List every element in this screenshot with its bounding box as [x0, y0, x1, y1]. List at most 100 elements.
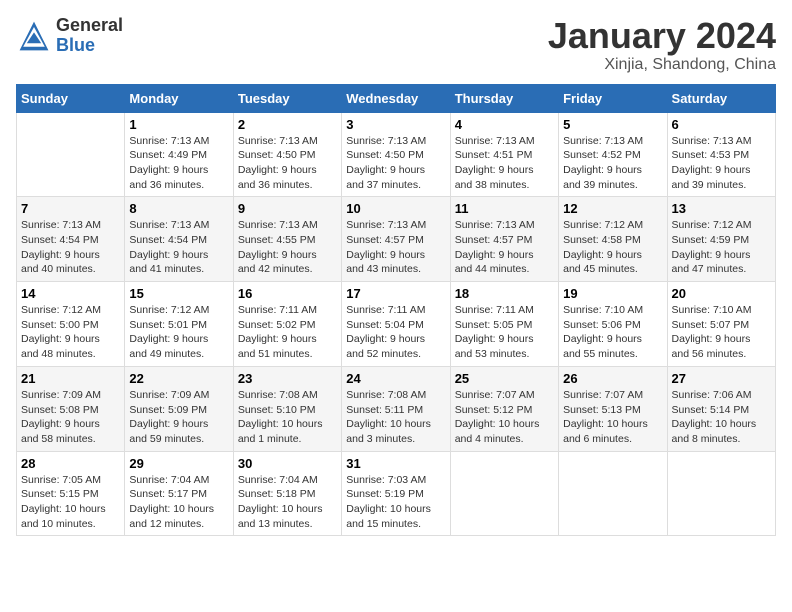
- day-info: Sunrise: 7:13 AM Sunset: 4:52 PM Dayligh…: [563, 134, 662, 193]
- day-number: 30: [238, 456, 337, 471]
- day-number: 7: [21, 201, 120, 216]
- day-info: Sunrise: 7:11 AM Sunset: 5:04 PM Dayligh…: [346, 303, 445, 362]
- day-info: Sunrise: 7:12 AM Sunset: 4:59 PM Dayligh…: [672, 218, 771, 277]
- day-info: Sunrise: 7:03 AM Sunset: 5:19 PM Dayligh…: [346, 473, 445, 532]
- calendar-row: 7 Sunrise: 7:13 AM Sunset: 4:54 PM Daylig…: [17, 197, 776, 282]
- subtitle: Xinjia, Shandong, China: [548, 56, 776, 74]
- table-cell: 9 Sunrise: 7:13 AM Sunset: 4:55 PM Daylig…: [233, 197, 341, 282]
- col-monday: Monday: [125, 84, 233, 112]
- logo: General Blue: [16, 16, 123, 56]
- day-number: 12: [563, 201, 662, 216]
- day-number: 10: [346, 201, 445, 216]
- day-number: 3: [346, 117, 445, 132]
- table-cell: 6 Sunrise: 7:13 AM Sunset: 4:53 PM Daylig…: [667, 112, 775, 197]
- header-row: Sunday Monday Tuesday Wednesday Thursday…: [17, 84, 776, 112]
- day-info: Sunrise: 7:13 AM Sunset: 4:50 PM Dayligh…: [346, 134, 445, 193]
- table-cell: 10 Sunrise: 7:13 AM Sunset: 4:57 PM Dayli…: [342, 197, 450, 282]
- day-info: Sunrise: 7:12 AM Sunset: 4:58 PM Dayligh…: [563, 218, 662, 277]
- table-cell: 5 Sunrise: 7:13 AM Sunset: 4:52 PM Daylig…: [559, 112, 667, 197]
- page-header: General Blue January 2024 Xinjia, Shando…: [16, 16, 776, 74]
- col-wednesday: Wednesday: [342, 84, 450, 112]
- day-info: Sunrise: 7:12 AM Sunset: 5:00 PM Dayligh…: [21, 303, 120, 362]
- table-cell: 4 Sunrise: 7:13 AM Sunset: 4:51 PM Daylig…: [450, 112, 558, 197]
- day-number: 8: [129, 201, 228, 216]
- table-cell: 11Sunrise: 7:13 AM Sunset: 4:57 PM Dayli…: [450, 197, 558, 282]
- col-thursday: Thursday: [450, 84, 558, 112]
- day-info: Sunrise: 7:13 AM Sunset: 4:57 PM Dayligh…: [346, 218, 445, 277]
- table-cell: 29Sunrise: 7:04 AM Sunset: 5:17 PM Dayli…: [125, 451, 233, 536]
- table-cell: 13Sunrise: 7:12 AM Sunset: 4:59 PM Dayli…: [667, 197, 775, 282]
- day-info: Sunrise: 7:04 AM Sunset: 5:18 PM Dayligh…: [238, 473, 337, 532]
- day-info: Sunrise: 7:13 AM Sunset: 4:55 PM Dayligh…: [238, 218, 337, 277]
- table-cell: 20 Sunrise: 7:10 AM Sunset: 5:07 PM Dayli…: [667, 282, 775, 367]
- title-block: January 2024 Xinjia, Shandong, China: [548, 16, 776, 74]
- table-cell: 30 Sunrise: 7:04 AM Sunset: 5:18 PM Dayli…: [233, 451, 341, 536]
- day-info: Sunrise: 7:13 AM Sunset: 4:53 PM Dayligh…: [672, 134, 771, 193]
- table-cell: 8Sunrise: 7:13 AM Sunset: 4:54 PM Daylig…: [125, 197, 233, 282]
- day-number: 11: [455, 201, 554, 216]
- col-sunday: Sunday: [17, 84, 125, 112]
- day-info: Sunrise: 7:13 AM Sunset: 4:54 PM Dayligh…: [21, 218, 120, 277]
- day-number: 29: [129, 456, 228, 471]
- table-cell: 1 Sunrise: 7:13 AM Sunset: 4:49 PM Daylig…: [125, 112, 233, 197]
- day-number: 23: [238, 371, 337, 386]
- day-number: 27: [672, 371, 771, 386]
- table-cell: 28 Sunrise: 7:05 AM Sunset: 5:15 PM Dayli…: [17, 451, 125, 536]
- day-number: 26: [563, 371, 662, 386]
- day-info: Sunrise: 7:07 AM Sunset: 5:12 PM Dayligh…: [455, 388, 554, 447]
- table-cell: 3 Sunrise: 7:13 AM Sunset: 4:50 PM Daylig…: [342, 112, 450, 197]
- day-number: 20: [672, 286, 771, 301]
- col-saturday: Saturday: [667, 84, 775, 112]
- day-info: Sunrise: 7:06 AM Sunset: 5:14 PM Dayligh…: [672, 388, 771, 447]
- day-number: 25: [455, 371, 554, 386]
- day-info: Sunrise: 7:13 AM Sunset: 4:50 PM Dayligh…: [238, 134, 337, 193]
- table-cell: [17, 112, 125, 197]
- main-title: January 2024: [548, 16, 776, 56]
- day-number: 19: [563, 286, 662, 301]
- col-tuesday: Tuesday: [233, 84, 341, 112]
- table-cell: 12 Sunrise: 7:12 AM Sunset: 4:58 PM Dayli…: [559, 197, 667, 282]
- day-number: 4: [455, 117, 554, 132]
- day-number: 2: [238, 117, 337, 132]
- table-cell: 22Sunrise: 7:09 AM Sunset: 5:09 PM Dayli…: [125, 366, 233, 451]
- table-cell: 24 Sunrise: 7:08 AM Sunset: 5:11 PM Dayli…: [342, 366, 450, 451]
- day-info: Sunrise: 7:12 AM Sunset: 5:01 PM Dayligh…: [129, 303, 228, 362]
- calendar-table: Sunday Monday Tuesday Wednesday Thursday…: [16, 84, 776, 537]
- logo-text: General Blue: [56, 16, 123, 56]
- day-number: 9: [238, 201, 337, 216]
- day-info: Sunrise: 7:05 AM Sunset: 5:15 PM Dayligh…: [21, 473, 120, 532]
- table-cell: 2 Sunrise: 7:13 AM Sunset: 4:50 PM Daylig…: [233, 112, 341, 197]
- col-friday: Friday: [559, 84, 667, 112]
- day-number: 28: [21, 456, 120, 471]
- day-number: 22: [129, 371, 228, 386]
- table-cell: 26 Sunrise: 7:07 AM Sunset: 5:13 PM Dayli…: [559, 366, 667, 451]
- day-info: Sunrise: 7:07 AM Sunset: 5:13 PM Dayligh…: [563, 388, 662, 447]
- logo-general: General: [56, 16, 123, 36]
- day-number: 24: [346, 371, 445, 386]
- calendar-row: 21Sunrise: 7:09 AM Sunset: 5:08 PM Dayli…: [17, 366, 776, 451]
- table-cell: [450, 451, 558, 536]
- table-cell: 19 Sunrise: 7:10 AM Sunset: 5:06 PM Dayli…: [559, 282, 667, 367]
- table-cell: 27 Sunrise: 7:06 AM Sunset: 5:14 PM Dayli…: [667, 366, 775, 451]
- table-cell: 16 Sunrise: 7:11 AM Sunset: 5:02 PM Dayli…: [233, 282, 341, 367]
- day-number: 6: [672, 117, 771, 132]
- table-cell: 23Sunrise: 7:08 AM Sunset: 5:10 PM Dayli…: [233, 366, 341, 451]
- day-info: Sunrise: 7:13 AM Sunset: 4:51 PM Dayligh…: [455, 134, 554, 193]
- table-cell: 7 Sunrise: 7:13 AM Sunset: 4:54 PM Daylig…: [17, 197, 125, 282]
- day-info: Sunrise: 7:11 AM Sunset: 5:02 PM Dayligh…: [238, 303, 337, 362]
- day-info: Sunrise: 7:10 AM Sunset: 5:07 PM Dayligh…: [672, 303, 771, 362]
- calendar-row: 28 Sunrise: 7:05 AM Sunset: 5:15 PM Dayli…: [17, 451, 776, 536]
- table-cell: 31 Sunrise: 7:03 AM Sunset: 5:19 PM Dayli…: [342, 451, 450, 536]
- day-number: 5: [563, 117, 662, 132]
- day-number: 16: [238, 286, 337, 301]
- day-info: Sunrise: 7:13 AM Sunset: 4:49 PM Dayligh…: [129, 134, 228, 193]
- day-number: 17: [346, 286, 445, 301]
- day-number: 15: [129, 286, 228, 301]
- day-info: Sunrise: 7:08 AM Sunset: 5:11 PM Dayligh…: [346, 388, 445, 447]
- calendar-row: 14 Sunrise: 7:12 AM Sunset: 5:00 PM Dayli…: [17, 282, 776, 367]
- day-info: Sunrise: 7:10 AM Sunset: 5:06 PM Dayligh…: [563, 303, 662, 362]
- day-number: 1: [129, 117, 228, 132]
- day-number: 14: [21, 286, 120, 301]
- day-number: 31: [346, 456, 445, 471]
- table-cell: 17 Sunrise: 7:11 AM Sunset: 5:04 PM Dayli…: [342, 282, 450, 367]
